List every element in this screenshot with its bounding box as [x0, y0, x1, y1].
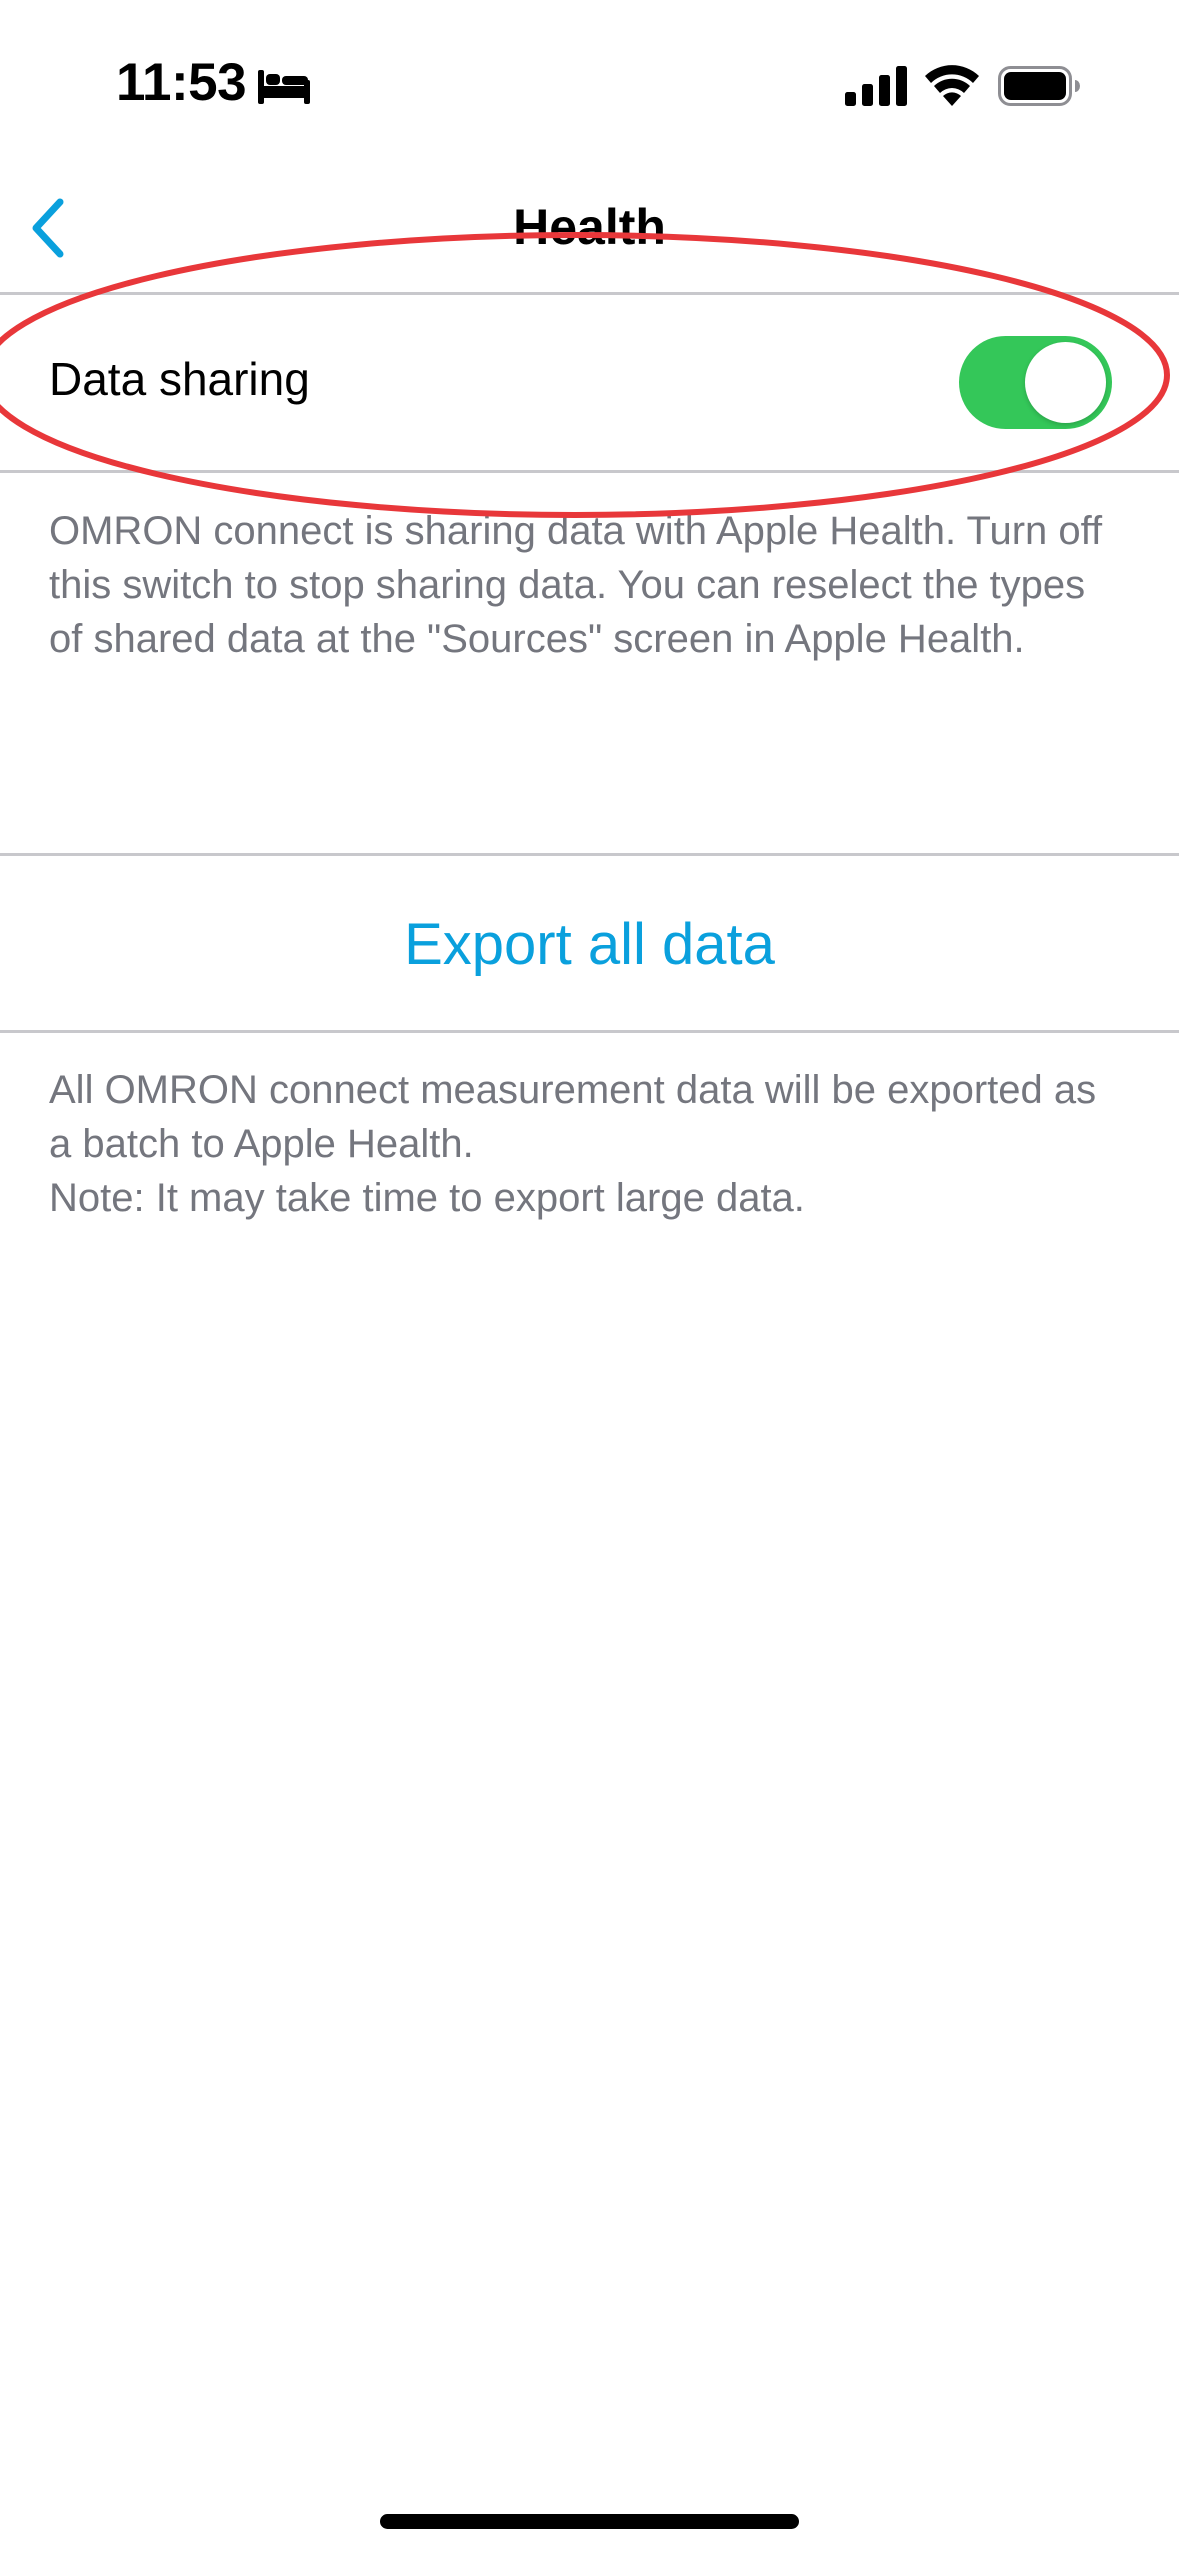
data-sharing-description: OMRON connect is sharing data with Apple…: [49, 504, 1129, 666]
data-sharing-toggle[interactable]: [959, 336, 1112, 429]
wifi-icon: [925, 65, 979, 106]
export-all-data-button[interactable]: Export all data: [0, 858, 1179, 1030]
divider: [0, 1030, 1179, 1033]
home-indicator: [380, 2514, 799, 2529]
export-note-text: Note: It may take time to export large d…: [49, 1176, 805, 1220]
status-time: 11:53: [116, 53, 247, 112]
data-sharing-row: Data sharing: [0, 296, 1179, 472]
data-sharing-label: Data sharing: [49, 353, 310, 405]
export-description: All OMRON connect measurement data will …: [49, 1063, 1129, 1225]
data-sharing-description-text: OMRON connect is sharing data with Apple…: [49, 509, 1103, 661]
cellular-signal-icon: [845, 66, 907, 106]
health-settings-screen: 11:53 Health Data sharing OMRON connect …: [0, 0, 1179, 2556]
battery-icon: [998, 66, 1080, 106]
divider: [0, 853, 1179, 856]
bed-icon: [258, 70, 310, 104]
export-description-text: All OMRON connect measurement data will …: [49, 1068, 1097, 1166]
divider: [0, 292, 1179, 295]
divider: [0, 470, 1179, 473]
page-title: Health: [513, 199, 666, 255]
toggle-knob: [1025, 342, 1106, 423]
